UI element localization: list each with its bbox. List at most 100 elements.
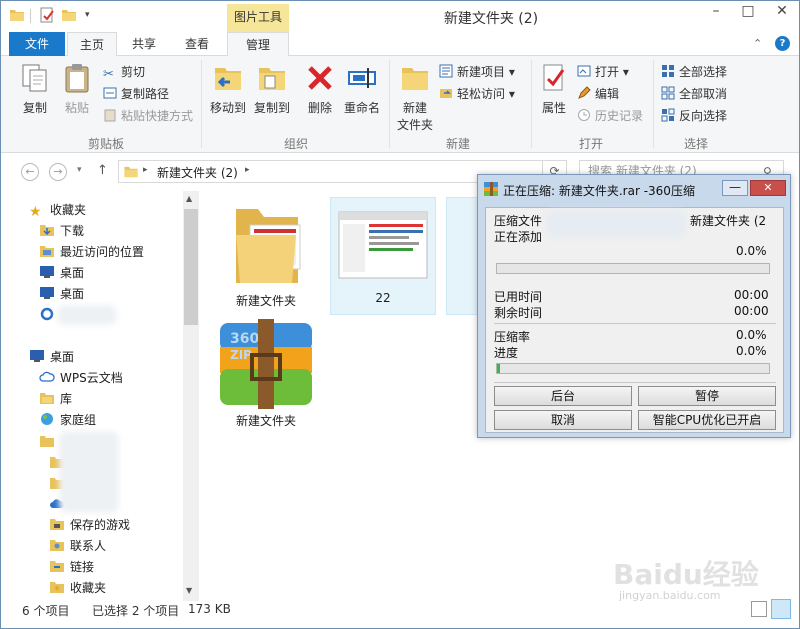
progress-value: 0.0%: [736, 344, 767, 358]
select-all-label: 全部选择: [679, 65, 728, 79]
qat-customize-icon[interactable]: ▾: [85, 10, 90, 20]
nav-recent-places[interactable]: 最近访问的位置: [39, 242, 144, 263]
breadcrumb[interactable]: 新建文件夹 (2): [157, 164, 238, 181]
compression-dialog: 正在压缩: 新建文件夹.rar -360压缩 — ✕ 压缩文件 新建文件夹 (2…: [477, 174, 791, 438]
invert-selection-button[interactable]: 反向选择: [661, 106, 727, 126]
folder-icon[interactable]: [9, 7, 25, 23]
select-none-label: 全部取消: [679, 87, 728, 101]
file-name: 新建文件夹: [235, 294, 296, 308]
redacted-area: [546, 210, 686, 238]
nav-saved-games[interactable]: 保存的游戏: [49, 515, 130, 536]
new-item-button[interactable]: 新建项目 ▾: [439, 62, 515, 82]
dialog-minimize-button[interactable]: —: [722, 180, 748, 196]
back-button[interactable]: ←: [21, 163, 39, 181]
paste-button[interactable]: 粘贴: [57, 62, 97, 116]
tab-manage[interactable]: 管理: [227, 32, 289, 57]
dialog-close-button[interactable]: ✕: [750, 180, 786, 196]
close-button[interactable]: ✕: [765, 1, 799, 23]
svg-text:ZIP: ZIP: [230, 348, 252, 362]
nav-homegroup[interactable]: 家庭组: [39, 410, 96, 431]
edit-button[interactable]: 编辑: [577, 84, 619, 104]
paste-shortcut-button[interactable]: 粘贴快捷方式: [103, 106, 193, 126]
nav-downloads[interactable]: 下载: [39, 221, 84, 242]
select-all-button[interactable]: 全部选择: [661, 62, 727, 82]
tab-share[interactable]: 共享: [119, 32, 169, 56]
selected-count: 已选择 2 个项目: [92, 604, 180, 618]
select-none-button[interactable]: 全部取消: [661, 84, 727, 104]
nav-label: 收藏夹: [50, 203, 87, 217]
user-folder-icon[interactable]: [39, 434, 55, 448]
new-folder-icon: [402, 68, 428, 90]
dialog-title: 正在压缩: 新建文件夹.rar -360压缩: [503, 184, 695, 198]
nav-label: WPS云文档: [60, 371, 123, 385]
folder-with-images-icon: [236, 209, 301, 283]
tab-file[interactable]: 文件: [9, 32, 65, 56]
collapse-ribbon-icon[interactable]: ⌃: [753, 37, 762, 50]
move-to-button[interactable]: 移动到: [207, 62, 249, 116]
minimize-button[interactable]: –: [701, 1, 731, 23]
breadcrumb-chevron-icon[interactable]: ▸: [143, 165, 148, 175]
properties-button[interactable]: 属性: [535, 62, 573, 116]
history-button[interactable]: 历史记录: [577, 106, 643, 126]
recent-locations-icon[interactable]: ▾: [77, 165, 82, 175]
new-folder-qat-icon[interactable]: [61, 7, 77, 23]
details-view-icon[interactable]: [751, 601, 767, 617]
smart-cpu-button[interactable]: 智能CPU优化已开启: [638, 410, 776, 430]
copy-path-button[interactable]: 复制路径: [103, 84, 169, 104]
copy-to-button[interactable]: 复制到: [251, 62, 293, 116]
downloads-icon: [40, 225, 54, 236]
scrollbar-thumb[interactable]: [184, 209, 198, 325]
nav-wps-cloud[interactable]: WPS云文档: [39, 368, 123, 389]
scroll-down-icon[interactable]: ▼: [186, 586, 192, 595]
tab-home[interactable]: 主页: [67, 32, 117, 57]
file-item-archive[interactable]: 360 ZIP 新建文件夹: [216, 319, 316, 429]
navigation-pane: ★ 收藏夹 下载 最近访问的位置 桌面 桌面 桌面 WPS云文档 库 家庭组 保存…: [1, 191, 199, 601]
open-button[interactable]: 打开 ▾: [577, 62, 629, 82]
cancel-button[interactable]: 取消: [494, 410, 632, 430]
breadcrumb-chevron-icon[interactable]: ▸: [245, 165, 250, 175]
pause-button[interactable]: 暂停: [638, 386, 776, 406]
copy-to-label: 复制到: [253, 101, 290, 115]
delete-button[interactable]: 删除: [301, 62, 339, 116]
copy-button[interactable]: 复制: [15, 62, 55, 116]
background-button[interactable]: 后台: [494, 386, 632, 406]
properties-qat-icon[interactable]: [39, 7, 55, 23]
rename-button[interactable]: 重命名: [341, 62, 383, 116]
nav-scrollbar[interactable]: ▲ ▼: [183, 191, 199, 601]
ribbon: 复制 粘贴 ✂ 剪切 复制路径 粘贴快捷方式 剪贴板 移动到 复制到 删除 重命名…: [1, 56, 799, 153]
easy-access-button[interactable]: 轻松访问 ▾: [439, 84, 515, 104]
nav-favorites[interactable]: ★ 收藏夹: [29, 200, 86, 221]
nav-desktop-1[interactable]: 桌面: [39, 263, 84, 284]
file-list: 新建文件夹 22 360 ZIP 新建文件夹: [200, 191, 480, 601]
remaining-value: 00:00: [734, 304, 769, 318]
maximize-button[interactable]: □: [733, 1, 763, 23]
new-folder-button[interactable]: 新建 文件夹: [394, 62, 436, 133]
nav-desktop-root[interactable]: 桌面: [29, 347, 74, 368]
desktop-icon: [40, 287, 54, 299]
cut-button[interactable]: ✂ 剪切: [103, 62, 145, 82]
nav-links[interactable]: 链接: [49, 557, 94, 578]
nav-label: 家庭组: [60, 413, 97, 427]
nav-desktop-2[interactable]: 桌面: [39, 284, 84, 305]
nav-contacts[interactable]: 联系人: [49, 536, 106, 557]
help-icon[interactable]: ?: [775, 36, 790, 51]
move-to-label: 移动到: [209, 101, 246, 115]
file-item-partial[interactable]: [446, 197, 480, 315]
file-value: 新建文件夹 (2: [690, 214, 767, 228]
up-arrow-icon[interactable]: ↑: [97, 163, 108, 178]
large-icons-view-icon[interactable]: [771, 599, 791, 619]
group-separator: [389, 60, 390, 148]
open-group-label: 打开: [578, 137, 603, 151]
file-item-folder[interactable]: 新建文件夹: [216, 195, 316, 315]
tab-view[interactable]: 查看: [171, 32, 223, 56]
forward-button[interactable]: →: [49, 163, 67, 181]
total-progress-bar: [496, 363, 770, 374]
nav-favorites-folder[interactable]: 收藏夹: [49, 578, 106, 599]
elapsed-label: 已用时间: [494, 290, 543, 304]
selected-size: 173 KB: [188, 602, 231, 616]
cloud-icon: [39, 371, 55, 382]
nav-libraries[interactable]: 库: [39, 389, 72, 410]
ratio-label: 压缩率: [494, 330, 531, 344]
file-item-image[interactable]: 22: [330, 197, 436, 315]
scroll-up-icon[interactable]: ▲: [186, 194, 192, 203]
